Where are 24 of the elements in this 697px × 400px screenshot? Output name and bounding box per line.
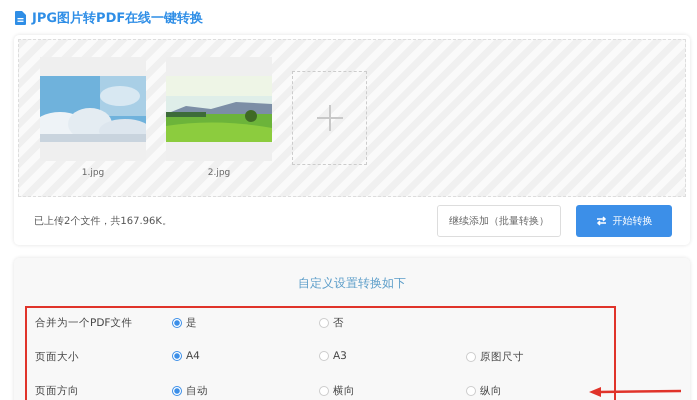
radio-option[interactable]: 自动 (172, 384, 208, 398)
add-image-button[interactable] (292, 71, 367, 165)
radio-option[interactable]: 是 (172, 316, 197, 330)
upload-summary: 已上传2个文件，共167.96K。 (34, 214, 172, 228)
radio-option[interactable]: A3 (319, 350, 347, 362)
radio-option[interactable]: 横向 (319, 384, 355, 398)
radio-option[interactable]: A4 (172, 350, 200, 362)
radio-option[interactable]: 纵向 (466, 384, 502, 398)
document-icon (15, 11, 26, 25)
plus-icon (316, 105, 342, 131)
file-name: 2.jpg (208, 168, 230, 178)
image-thumbnail[interactable] (166, 57, 272, 161)
radio-option[interactable]: 原图尺寸 (466, 350, 524, 364)
setting-label: 合并为一个PDF文件 (34, 316, 134, 330)
image-thumbnail[interactable] (40, 57, 146, 161)
radio-option[interactable]: 否 (319, 316, 344, 330)
setting-label: 页面方向 (34, 384, 80, 398)
page-title: JPG图片转PDF在线一键转换 (32, 10, 204, 27)
drop-zone[interactable]: 1.jpg 2.jpg (18, 39, 686, 197)
file-name: 1.jpg (82, 168, 104, 178)
add-more-button[interactable]: 继续添加（批量转换） (437, 205, 561, 237)
setting-label: 页面大小 (34, 350, 80, 364)
swap-icon (596, 216, 606, 226)
settings-heading: 自定义设置转换如下 (297, 275, 407, 292)
